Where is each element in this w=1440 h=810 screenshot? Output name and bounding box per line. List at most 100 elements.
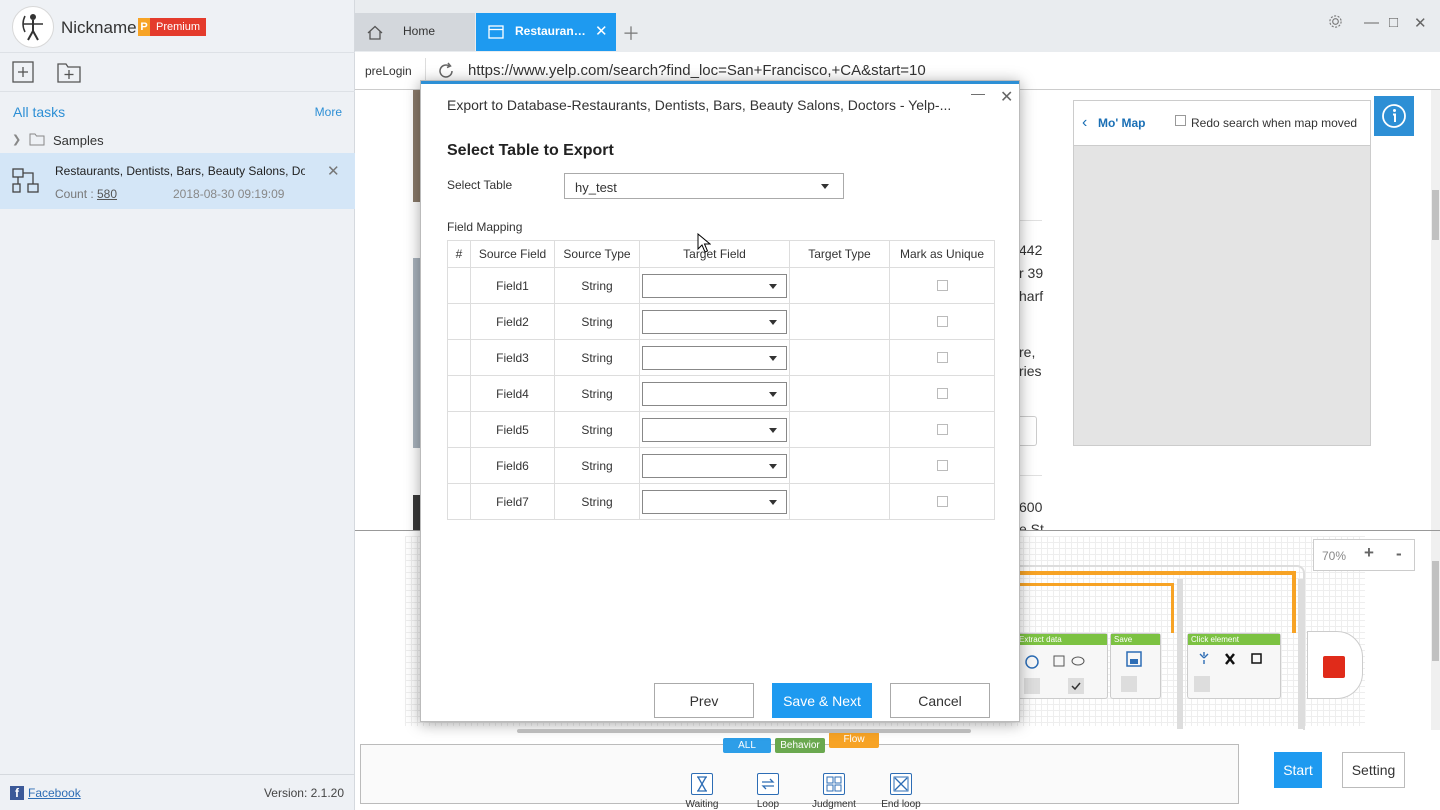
mark-unique-checkbox[interactable] (936, 496, 948, 507)
target-field-dropdown[interactable] (642, 489, 787, 514)
chevron-down-icon (769, 499, 777, 505)
tab-restaurants[interactable]: Restaurants, Dentists, Bars ✕ (476, 13, 616, 51)
unique-cell (889, 411, 995, 448)
palette-item-end-loop[interactable]: End loop (871, 773, 931, 810)
divider (1020, 220, 1042, 221)
target-field-dropdown[interactable] (642, 453, 787, 478)
url-field[interactable]: https://www.yelp.com/search?find_loc=San… (468, 62, 926, 79)
more-link[interactable]: More (315, 105, 342, 119)
page-scrollbar[interactable] (1431, 90, 1440, 530)
field-mapping-table: # Source Field Source Type Target Field … (447, 240, 995, 520)
chevron-down-icon (769, 355, 777, 361)
mark-unique-checkbox[interactable] (936, 316, 948, 327)
save-next-button[interactable]: Save & Next (772, 683, 872, 718)
mark-unique-checkbox[interactable] (936, 388, 948, 399)
zoom-in-button[interactable]: + (1364, 543, 1374, 563)
row-index (447, 303, 471, 340)
new-task-icon[interactable] (11, 60, 37, 84)
all-tasks-label[interactable]: All tasks (13, 104, 65, 120)
select-table-dropdown[interactable]: hy_test (564, 173, 844, 199)
end-node[interactable] (1307, 631, 1363, 699)
sidebar: Nickname P Premium All tasks More ❯ Samp… (0, 0, 355, 810)
unique-cell (889, 339, 995, 376)
new-folder-icon[interactable] (56, 60, 82, 84)
chevron-right-icon[interactable]: ❯ (12, 133, 21, 146)
reload-icon[interactable] (437, 62, 455, 80)
sidebar-footer: f Facebook Version: 2.1.20 (0, 774, 355, 810)
mark-unique-checkbox[interactable] (936, 424, 948, 435)
map-panel: ‹ Mo' Map Redo search when map moved (1073, 100, 1371, 446)
palette-tab-all[interactable]: ALL (723, 738, 771, 753)
workflow-scrollbar[interactable] (1431, 531, 1440, 730)
palette-item-judgment[interactable]: Judgment (804, 773, 864, 810)
page-fragment: r 39 (1019, 265, 1044, 281)
facebook-link[interactable]: Facebook (28, 786, 81, 800)
premium-badge-label: Premium (150, 18, 207, 36)
palette-item-waiting[interactable]: Waiting (672, 773, 732, 810)
page-fragment: ries (1019, 363, 1042, 379)
source-field: Field1 (470, 267, 555, 304)
close-window-icon[interactable]: ✕ (1414, 14, 1427, 32)
target-field-dropdown[interactable] (642, 345, 787, 370)
start-button[interactable]: Start (1274, 752, 1322, 788)
chevron-left-icon[interactable]: ‹ (1082, 114, 1087, 132)
palette-tab-flow[interactable]: Flow (829, 732, 879, 748)
palette-tab-behavior[interactable]: Behavior (775, 738, 825, 753)
redo-search-checkbox[interactable] (1175, 115, 1186, 126)
scrollbar-thumb[interactable] (1432, 561, 1439, 661)
source-type: String (554, 375, 640, 412)
target-field-dropdown[interactable] (642, 381, 787, 406)
folder-samples[interactable]: ❯ Samples (0, 128, 355, 152)
target-field-dropdown[interactable] (642, 273, 787, 298)
premium-badge-p: P (138, 18, 150, 36)
target-field-cell (639, 447, 790, 484)
export-dialog: Export to Database-Restaurants, Dentists… (420, 80, 1020, 733)
gear-icon[interactable] (1328, 14, 1343, 29)
close-tab-icon[interactable]: ✕ (595, 22, 608, 40)
cancel-button[interactable]: Cancel (890, 683, 990, 718)
unique-cell (889, 303, 995, 340)
page-button-edge (1019, 416, 1037, 446)
tab-home-label: Home (403, 24, 436, 38)
setting-button[interactable]: Setting (1342, 752, 1405, 788)
mo-map-link[interactable]: Mo' Map (1098, 116, 1146, 130)
zoom-out-button[interactable]: - (1396, 544, 1402, 564)
target-field-dropdown[interactable] (642, 417, 787, 442)
avatar[interactable] (12, 6, 54, 48)
node-click-element[interactable]: Click element (1187, 633, 1281, 699)
nickname[interactable]: Nickname (61, 18, 137, 38)
node-save[interactable]: Save (1110, 633, 1161, 699)
close-task-icon[interactable]: ✕ (327, 162, 340, 180)
tab-home[interactable]: Home (355, 13, 475, 51)
source-type: String (554, 339, 640, 376)
target-type (789, 483, 890, 520)
premium-badge[interactable]: P Premium (138, 18, 207, 36)
hourglass-icon (691, 773, 713, 795)
close-icon[interactable]: ✕ (1000, 87, 1013, 107)
facebook-icon[interactable]: f (10, 786, 24, 800)
target-field-cell (639, 339, 790, 376)
map-canvas[interactable] (1074, 145, 1370, 445)
node-extract-data[interactable]: Extract data (1015, 633, 1108, 699)
folder-icon (29, 133, 45, 146)
mark-unique-checkbox[interactable] (936, 460, 948, 471)
palette-item-label: Loop (756, 799, 780, 810)
prev-button[interactable]: Prev (654, 683, 754, 718)
maximize-icon[interactable]: □ (1389, 14, 1398, 31)
palette-item-loop[interactable]: Loop (738, 773, 798, 810)
prelogin-button[interactable]: preLogin (365, 64, 412, 78)
target-field-cell (639, 303, 790, 340)
minimize-icon[interactable]: — (971, 85, 985, 101)
horizontal-scrollbar[interactable] (517, 729, 971, 733)
minimize-icon[interactable]: — (1364, 14, 1379, 31)
mark-unique-checkbox[interactable] (936, 352, 948, 363)
target-field-dropdown[interactable] (642, 309, 787, 334)
add-tab-icon[interactable]: ＋ (622, 20, 640, 46)
task-count-link[interactable]: 580 (97, 187, 117, 201)
target-type (789, 411, 890, 448)
info-button[interactable] (1374, 96, 1414, 136)
mark-unique-checkbox[interactable] (936, 280, 948, 291)
source-field: Field3 (470, 339, 555, 376)
scrollbar-thumb[interactable] (1432, 190, 1439, 240)
task-item[interactable]: Restaurants, Dentists, Bars, Beauty Salo… (0, 153, 355, 209)
